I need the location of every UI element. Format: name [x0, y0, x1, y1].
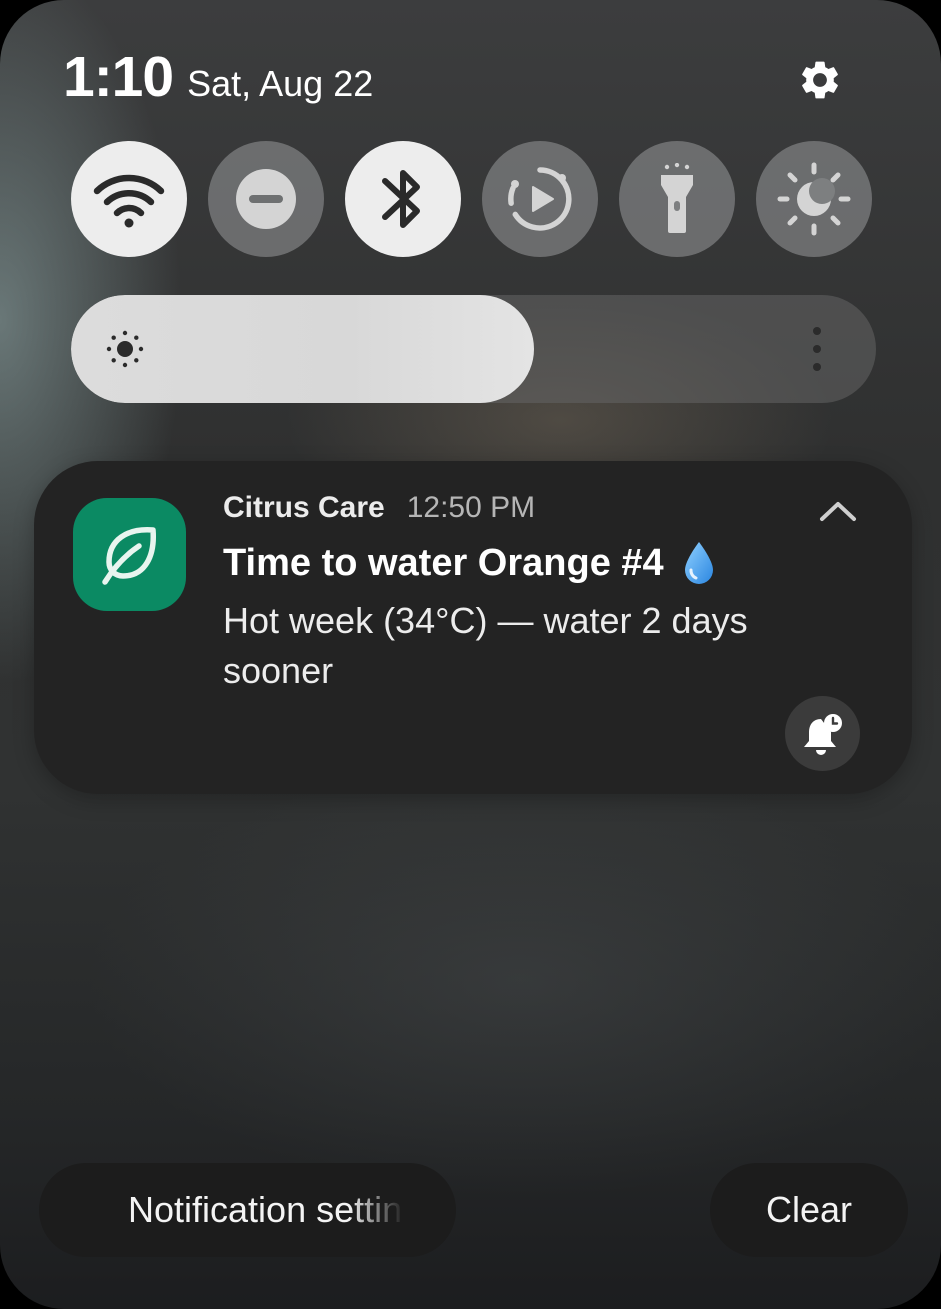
notification-body: Hot week (34°C) — water 2 days sooner [223, 600, 748, 691]
auto-rotate-icon [508, 167, 572, 231]
clock-date: Sat, Aug 22 [187, 63, 374, 104]
gear-icon [802, 61, 838, 99]
notification-settings-button[interactable]: Notification settings [39, 1163, 456, 1257]
app-icon [73, 498, 186, 611]
app-name: Citrus Care [223, 491, 385, 524]
clear-label: Clear [765, 1189, 853, 1230]
clear-button[interactable]: Clear [710, 1163, 908, 1257]
brightness-slider[interactable] [71, 295, 876, 403]
tile-auto-rotate[interactable] [482, 141, 598, 257]
wifi-icon [93, 174, 165, 228]
notification-header: Citrus Care 12:50 PM [223, 491, 535, 525]
bell-snooze-icon [803, 713, 842, 755]
notification-card[interactable]: Citrus Care 12:50 PM Time to water Orang… [34, 461, 912, 794]
more-vertical-icon[interactable] [803, 321, 831, 377]
bluetooth-icon [382, 170, 420, 228]
notification-title: Time to water Orange #4 [223, 540, 716, 586]
settings-button[interactable] [793, 53, 847, 107]
leaf-icon [101, 526, 156, 585]
notification-panel: 1:10 Sat, Aug 22 Citrus Care 12:50 PM Ti… [0, 0, 941, 1309]
clock-time: 1:10 [63, 45, 174, 109]
notification-settings-label: Notification settings [128, 1189, 404, 1230]
flashlight-icon [661, 163, 693, 233]
chevron-up-icon [820, 502, 856, 521]
collapse-button[interactable] [812, 491, 864, 531]
tile-bluetooth[interactable] [345, 141, 461, 257]
tile-wifi[interactable] [71, 141, 187, 257]
sun-icon [106, 330, 144, 368]
notification-time: 12:50 PM [406, 491, 536, 524]
tile-flashlight[interactable] [619, 141, 735, 257]
tile-eye-comfort[interactable] [756, 141, 872, 257]
do-not-disturb-icon [236, 169, 296, 229]
water-drop-icon [684, 542, 713, 584]
notification-title-text: Time to water Orange #4 [223, 541, 664, 584]
tile-do-not-disturb[interactable] [208, 141, 324, 257]
eye-comfort-icon [777, 162, 851, 236]
status-header: 1:10 Sat, Aug 22 [63, 44, 373, 114]
snooze-button[interactable] [785, 696, 860, 771]
